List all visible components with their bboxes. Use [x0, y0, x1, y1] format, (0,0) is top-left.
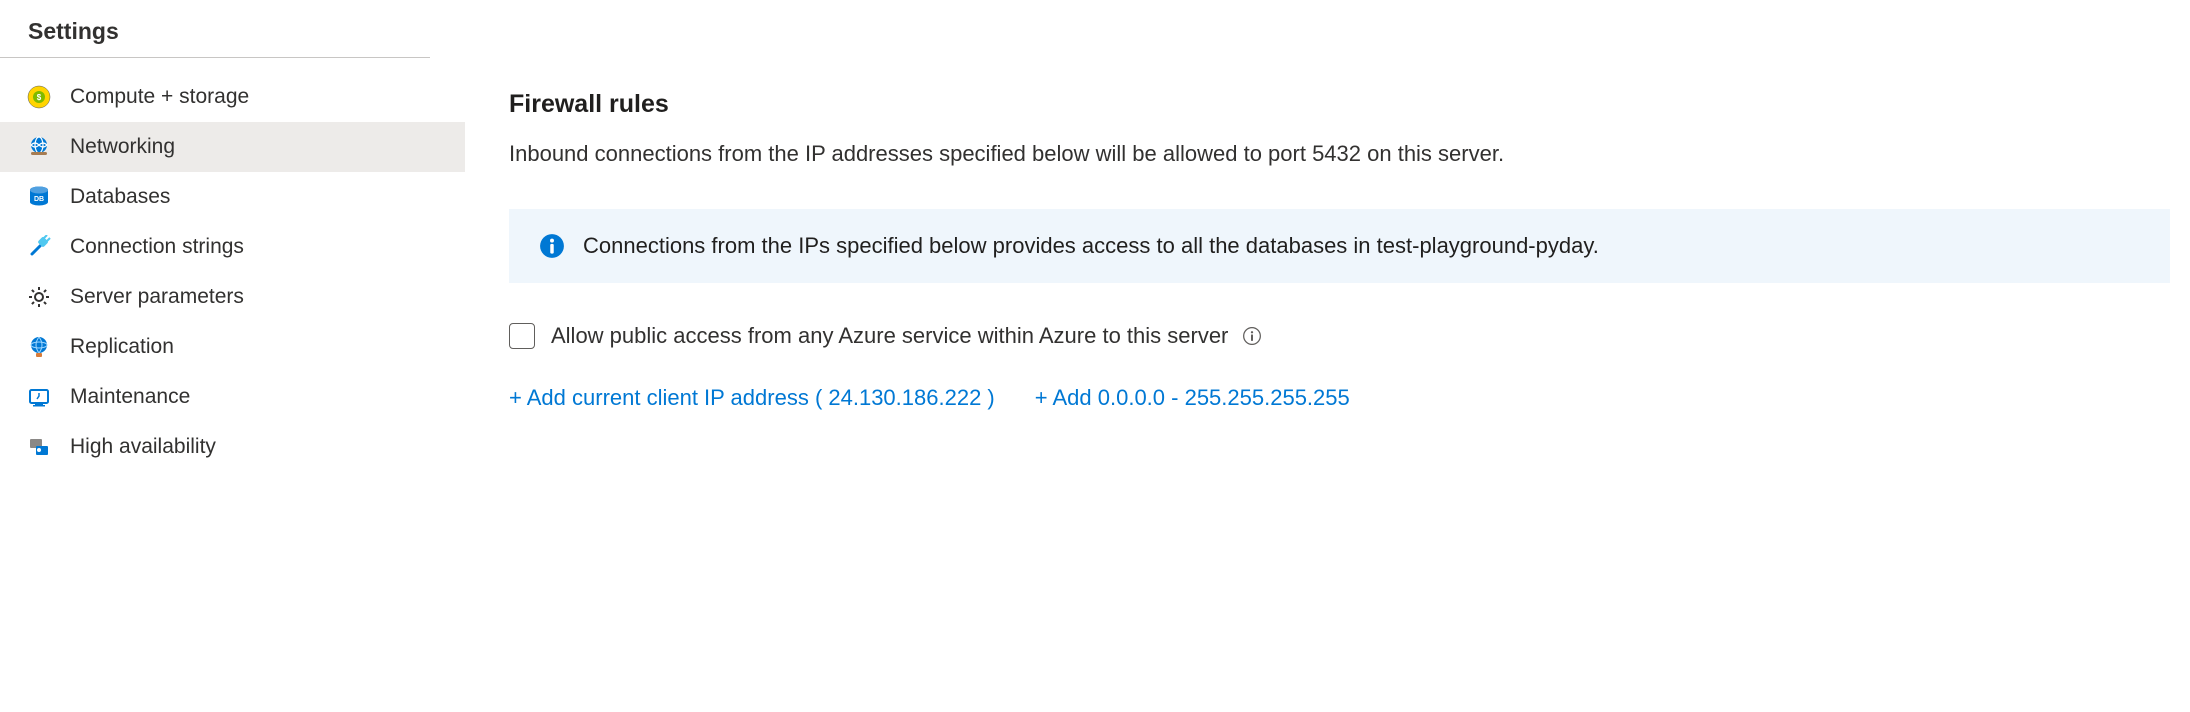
databases-icon: DB — [26, 184, 52, 210]
sidebar-item-maintenance[interactable]: Maintenance — [0, 372, 465, 422]
sidebar-item-compute-storage[interactable]: $ Compute + storage — [0, 72, 465, 122]
replication-icon — [26, 334, 52, 360]
add-all-ip-link[interactable]: + Add 0.0.0.0 - 255.255.255.255 — [1035, 385, 1350, 411]
add-link-row: + Add current client IP address ( 24.130… — [509, 385, 2170, 411]
help-icon[interactable] — [1242, 326, 1262, 346]
svg-text:DB: DB — [34, 196, 44, 203]
allow-public-access-label: Allow public access from any Azure servi… — [551, 323, 1228, 349]
sidebar-item-replication[interactable]: Replication — [0, 322, 465, 372]
maintenance-icon — [26, 384, 52, 410]
sidebar-header: Settings — [0, 18, 430, 58]
sidebar-item-label: Connection strings — [70, 235, 244, 259]
high-availability-icon — [26, 434, 52, 460]
allow-public-access-checkbox[interactable] — [509, 323, 535, 349]
server-parameters-icon — [26, 284, 52, 310]
sidebar-item-high-availability[interactable]: High availability — [0, 422, 465, 472]
info-banner: Connections from the IPs specified below… — [509, 209, 2170, 283]
firewall-rules-description: Inbound connections from the IP addresse… — [509, 141, 2170, 167]
connection-strings-icon — [26, 234, 52, 260]
main-content: Firewall rules Inbound connections from … — [465, 0, 2190, 472]
sidebar-item-label: High availability — [70, 435, 216, 459]
sidebar-item-label: Maintenance — [70, 385, 190, 409]
sidebar-item-server-parameters[interactable]: Server parameters — [0, 272, 465, 322]
sidebar-item-label: Replication — [70, 335, 174, 359]
info-icon — [539, 233, 565, 259]
sidebar-item-label: Server parameters — [70, 285, 244, 309]
info-banner-text: Connections from the IPs specified below… — [583, 233, 1599, 259]
sidebar-item-label: Databases — [70, 185, 170, 209]
sidebar-item-label: Networking — [70, 135, 175, 159]
networking-icon — [26, 134, 52, 160]
compute-storage-icon: $ — [26, 84, 52, 110]
sidebar-item-networking[interactable]: Networking — [0, 122, 465, 172]
sidebar-item-label: Compute + storage — [70, 85, 249, 109]
firewall-rules-title: Firewall rules — [509, 90, 2170, 119]
svg-text:$: $ — [37, 93, 42, 102]
sidebar: Settings $ Compute + storage Networking — [0, 0, 465, 472]
sidebar-item-databases[interactable]: DB Databases — [0, 172, 465, 222]
sidebar-item-connection-strings[interactable]: Connection strings — [0, 222, 465, 272]
allow-public-access-row: Allow public access from any Azure servi… — [509, 323, 2170, 349]
add-client-ip-link[interactable]: + Add current client IP address ( 24.130… — [509, 385, 995, 411]
